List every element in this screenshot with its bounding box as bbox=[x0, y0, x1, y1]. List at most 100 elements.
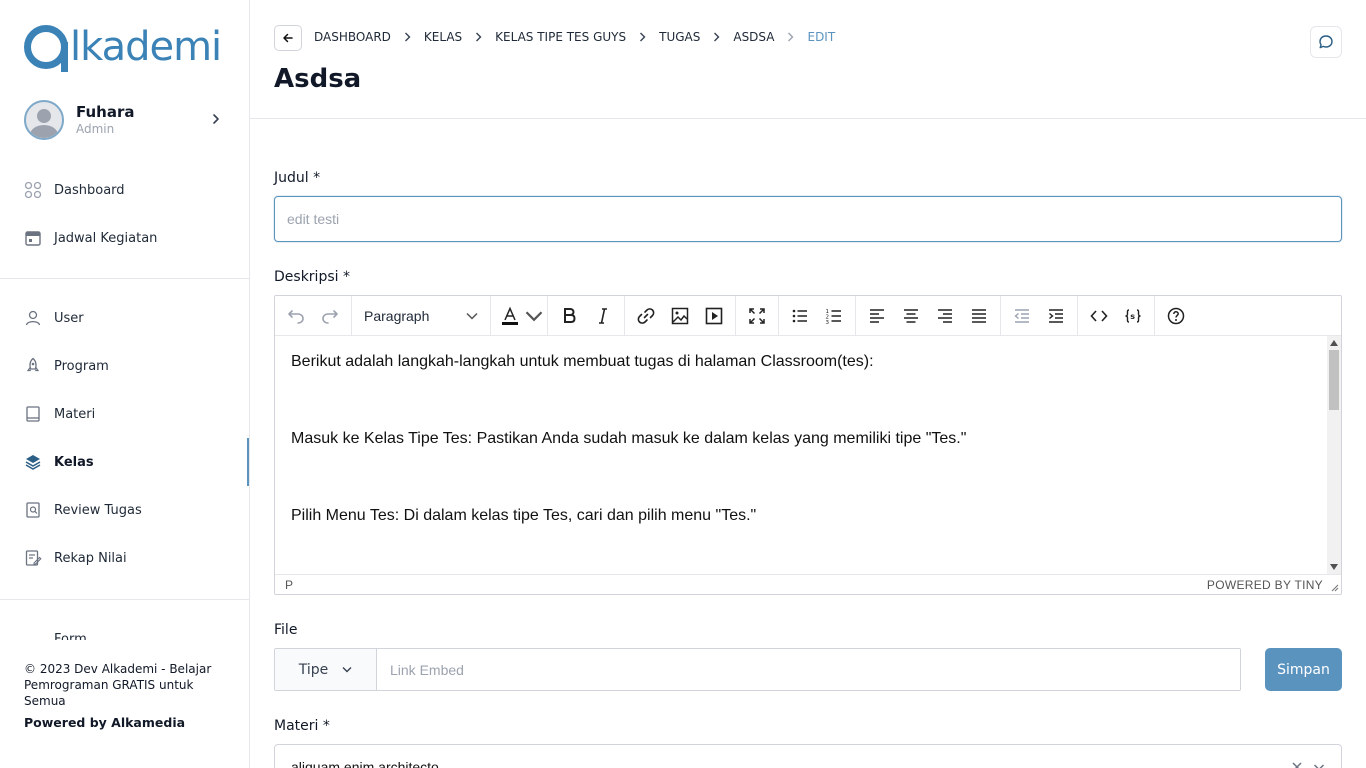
image-icon bbox=[671, 307, 689, 324]
editor-scrollbar[interactable] bbox=[1327, 336, 1341, 574]
sidebar-item-rekap-nilai[interactable]: Rekap Nilai bbox=[0, 534, 249, 582]
resize-handle-icon[interactable] bbox=[1330, 583, 1339, 592]
sidebar-item-materi[interactable]: Materi bbox=[0, 390, 249, 438]
align-center-icon bbox=[904, 308, 918, 323]
scroll-thumb[interactable] bbox=[1329, 350, 1339, 410]
book-icon bbox=[26, 406, 40, 422]
align-left-icon bbox=[870, 308, 884, 323]
breadcrumb-dashboard[interactable]: DASHBOARD bbox=[314, 30, 391, 44]
scroll-up-icon[interactable] bbox=[1330, 340, 1338, 346]
file-type-select[interactable]: Tipe bbox=[275, 649, 377, 690]
breadcrumb-kelas[interactable]: KELAS bbox=[424, 30, 462, 44]
sidebar-item-dashboard[interactable]: Dashboard bbox=[0, 166, 249, 214]
file-input-group: Tipe bbox=[274, 648, 1241, 691]
align-justify-button[interactable] bbox=[962, 301, 996, 331]
judul-input[interactable] bbox=[274, 196, 1342, 242]
file-type-value: Tipe bbox=[298, 661, 329, 678]
editor-statusbar: P POWERED BY TINY bbox=[275, 574, 1341, 594]
sidebar-item-label: Rekap Nilai bbox=[54, 550, 127, 566]
sidebar-item-label: Review Tugas bbox=[54, 502, 142, 518]
chevron-down-icon bbox=[342, 667, 352, 673]
materi-label: Materi * bbox=[274, 718, 330, 734]
text-color-icon bbox=[502, 306, 518, 325]
chevron-right-icon bbox=[476, 32, 482, 42]
media-button[interactable] bbox=[697, 301, 731, 331]
align-right-icon bbox=[938, 308, 952, 323]
breadcrumb-tugas[interactable]: TUGAS bbox=[659, 30, 700, 44]
help-button[interactable] bbox=[1159, 301, 1193, 331]
page-title: Asdsa bbox=[274, 64, 362, 94]
fullscreen-icon bbox=[749, 307, 765, 324]
sidebar-item-review-tugas[interactable]: Review Tugas bbox=[0, 486, 249, 534]
sidebar-item-label: Dashboard bbox=[54, 182, 125, 198]
bullet-list-button[interactable] bbox=[783, 301, 817, 331]
editor-paragraph: Pilih Menu Tes: Di dalam kelas tipe Tes,… bbox=[291, 507, 757, 524]
align-justify-icon bbox=[972, 308, 986, 323]
undo-button[interactable] bbox=[279, 301, 313, 331]
save-button[interactable]: Simpan bbox=[1265, 648, 1342, 691]
align-left-button[interactable] bbox=[860, 301, 894, 331]
clear-icon[interactable] bbox=[1291, 761, 1303, 768]
text-color-dropdown[interactable] bbox=[525, 301, 543, 331]
block-format-select[interactable]: Paragraph bbox=[356, 301, 486, 331]
link-embed-input[interactable] bbox=[377, 649, 1240, 690]
main-content: DASHBOARD KELAS KELAS TIPE TES GUYS TUGA… bbox=[250, 0, 1366, 768]
profile-card[interactable]: Fuhara Admin bbox=[24, 100, 228, 140]
numbered-list-icon: 123 bbox=[826, 309, 841, 326]
breadcrumb-asdsa[interactable]: ASDSA bbox=[733, 30, 774, 44]
undo-icon bbox=[288, 309, 304, 324]
italic-button[interactable] bbox=[586, 301, 620, 331]
sidebar-item-form[interactable]: Form bbox=[0, 616, 249, 640]
grid-icon bbox=[24, 181, 42, 199]
powered-by-tiny[interactable]: POWERED BY TINY bbox=[1207, 578, 1323, 592]
footer-powered-by: Powered by Alkamedia bbox=[24, 715, 186, 730]
align-right-button[interactable] bbox=[928, 301, 962, 331]
editor-toolbar: Paragraph 123 s bbox=[275, 295, 1341, 336]
image-button[interactable] bbox=[663, 301, 697, 331]
help-icon bbox=[1167, 307, 1185, 324]
fullscreen-button[interactable] bbox=[740, 301, 774, 331]
link-button[interactable] bbox=[629, 301, 663, 331]
chevron-down-icon bbox=[466, 312, 478, 320]
breadcrumb-kelas-tipe-tes[interactable]: KELAS TIPE TES GUYS bbox=[495, 30, 626, 44]
block-format-value: Paragraph bbox=[364, 307, 430, 324]
bold-button[interactable] bbox=[552, 301, 586, 331]
materi-value: aliquam enim architecto bbox=[291, 759, 439, 768]
materi-select[interactable]: aliquam enim architecto bbox=[274, 744, 1342, 768]
footer-copyright: © 2023 Dev Alkademi - Belajar Pemrograma… bbox=[24, 662, 212, 708]
layers-icon bbox=[25, 455, 41, 470]
chevron-down-icon[interactable] bbox=[1313, 761, 1325, 768]
breadcrumb: DASHBOARD KELAS KELAS TIPE TES GUYS TUGA… bbox=[314, 30, 835, 44]
svg-text:3: 3 bbox=[826, 320, 830, 326]
bullet-list-icon bbox=[792, 309, 807, 322]
svg-text:s: s bbox=[1130, 312, 1135, 321]
align-center-button[interactable] bbox=[894, 301, 928, 331]
sidebar-item-jadwal-kegiatan[interactable]: Jadwal Kegiatan bbox=[0, 214, 249, 262]
chevron-right-icon bbox=[788, 32, 794, 42]
source-code-button[interactable] bbox=[1082, 301, 1116, 331]
outdent-button[interactable] bbox=[1005, 301, 1039, 331]
code-sample-button[interactable]: s bbox=[1116, 301, 1150, 331]
sidebar-item-kelas[interactable]: Kelas bbox=[0, 438, 249, 486]
nav-top: Dashboard Jadwal Kegiatan bbox=[0, 166, 249, 262]
scroll-down-icon[interactable] bbox=[1330, 564, 1338, 570]
outdent-icon bbox=[1014, 308, 1029, 323]
video-icon bbox=[705, 307, 723, 324]
sidebar-item-program[interactable]: Program bbox=[0, 342, 249, 390]
chat-button[interactable] bbox=[1310, 26, 1342, 58]
sidebar-item-label: Form bbox=[54, 632, 87, 640]
sidebar-divider bbox=[0, 278, 249, 279]
indent-button[interactable] bbox=[1039, 301, 1073, 331]
numbered-list-button[interactable]: 123 bbox=[817, 301, 851, 331]
sidebar-item-label: User bbox=[54, 310, 84, 326]
text-color-button[interactable] bbox=[495, 301, 525, 331]
sidebar-item-user[interactable]: User bbox=[0, 294, 249, 342]
sidebar-footer: © 2023 Dev Alkademi - Belajar Pemrograma… bbox=[24, 661, 234, 731]
editor-content[interactable]: Berikut adalah langkah-langkah untuk mem… bbox=[275, 336, 1329, 574]
alkademi-logo[interactable]: lkademi bbox=[24, 22, 222, 72]
rich-text-editor[interactable]: Paragraph 123 s Berikut adalah langkah-l… bbox=[274, 295, 1342, 595]
back-button[interactable] bbox=[274, 25, 302, 51]
element-path[interactable]: P bbox=[285, 578, 293, 592]
redo-button[interactable] bbox=[313, 301, 347, 331]
file-label: File bbox=[274, 622, 298, 638]
